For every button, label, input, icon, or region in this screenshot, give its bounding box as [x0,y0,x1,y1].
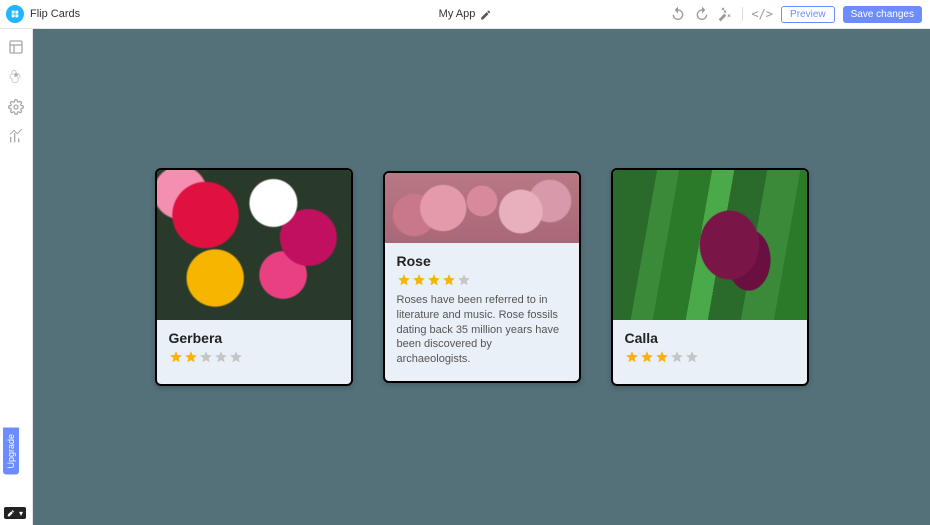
card-image [385,173,579,243]
rating-stars [397,273,567,287]
card-image [157,170,351,320]
card-image [613,170,807,320]
card-title: Rose [397,253,567,269]
star-icon [442,273,456,287]
edit-name-icon[interactable] [479,8,491,20]
card-title: Calla [625,330,795,346]
star-icon [685,350,699,364]
star-icon [199,350,213,364]
star-icon [457,273,471,287]
star-icon [640,350,654,364]
magic-wand-icon[interactable] [718,6,734,22]
toolbar-separator [742,7,743,21]
card-body: Calla [613,320,807,384]
save-changes-button[interactable]: Save changes [843,6,922,23]
app-name-container[interactable]: My App [439,8,492,20]
star-icon [427,273,441,287]
upgrade-button[interactable]: Upgrade [3,428,19,475]
undo-icon[interactable] [670,6,686,22]
card-title: Gerbera [169,330,339,346]
star-icon [229,350,243,364]
flip-card[interactable]: Calla [611,168,809,386]
top-bar-right: </> Preview Save changes [670,6,922,23]
plugin-icon[interactable] [8,69,24,85]
flip-card[interactable]: Gerbera [155,168,353,386]
build-badge[interactable]: ▾ [4,507,26,519]
top-bar: Flip Cards My App </> Preview Save chang… [0,0,930,29]
star-icon [214,350,228,364]
star-icon [655,350,669,364]
app-name: My App [439,8,476,20]
star-icon [625,350,639,364]
flip-card[interactable]: Rose Roses have been referred to in lite… [383,171,581,383]
left-sidebar: Upgrade ▾ [0,29,33,525]
app-logo[interactable] [6,5,24,23]
redo-icon[interactable] [694,6,710,22]
settings-icon[interactable] [8,99,24,115]
rating-stars [625,350,795,364]
layout-icon[interactable] [8,39,24,55]
star-icon [169,350,183,364]
page-label: Flip Cards [30,8,80,20]
star-icon [184,350,198,364]
rating-stars [169,350,339,364]
top-bar-left: Flip Cards [0,5,80,23]
canvas[interactable]: Gerbera Rose Roses have been referred to… [33,29,930,525]
preview-button[interactable]: Preview [781,6,835,23]
card-body: Rose Roses have been referred to in lite… [385,243,579,381]
star-icon [670,350,684,364]
analytics-icon[interactable] [8,129,24,145]
main-area: Upgrade ▾ Gerbera Rose Roses have been r… [0,29,930,525]
card-body: Gerbera [157,320,351,384]
card-description: Roses have been referred to in literatur… [397,293,567,367]
code-icon[interactable]: </> [751,7,773,21]
star-icon [412,273,426,287]
star-icon [397,273,411,287]
